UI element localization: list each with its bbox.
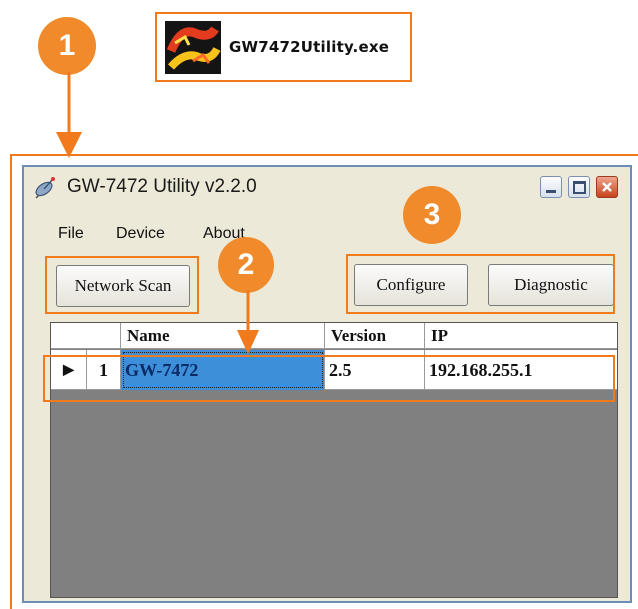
menu-file[interactable]: File	[58, 225, 84, 243]
column-header-version[interactable]: Version	[325, 323, 425, 349]
close-button[interactable]	[596, 176, 618, 198]
minimize-icon	[546, 189, 556, 193]
grid-header: Name Version IP	[51, 323, 617, 349]
column-header-name[interactable]: Name	[121, 323, 325, 349]
highlight-action-buttons	[346, 254, 615, 314]
satellite-icon	[33, 175, 57, 199]
maximize-button[interactable]	[568, 176, 590, 198]
callout-1-arrow	[56, 72, 82, 158]
title-bar[interactable]: GW-7472 Utility v2.2.0	[24, 167, 630, 207]
maximize-icon	[572, 180, 586, 194]
minimize-button[interactable]	[540, 176, 562, 198]
callout-2-arrow	[237, 290, 259, 354]
highlight-network-scan	[45, 256, 199, 314]
exe-shortcut[interactable]: GW7472Utility.exe	[155, 12, 412, 82]
app-logo-icon	[165, 21, 221, 74]
column-header-ip[interactable]: IP	[425, 323, 617, 349]
close-icon	[602, 182, 612, 192]
grid-corner	[51, 323, 121, 349]
highlight-device-row	[43, 355, 615, 402]
callout-1: 1	[38, 17, 96, 75]
window-title: GW-7472 Utility v2.2.0	[67, 176, 257, 197]
callout-3: 3	[403, 186, 461, 244]
callout-2: 2	[218, 237, 274, 293]
menu-device[interactable]: Device	[116, 225, 165, 243]
exe-filename: GW7472Utility.exe	[229, 38, 390, 56]
